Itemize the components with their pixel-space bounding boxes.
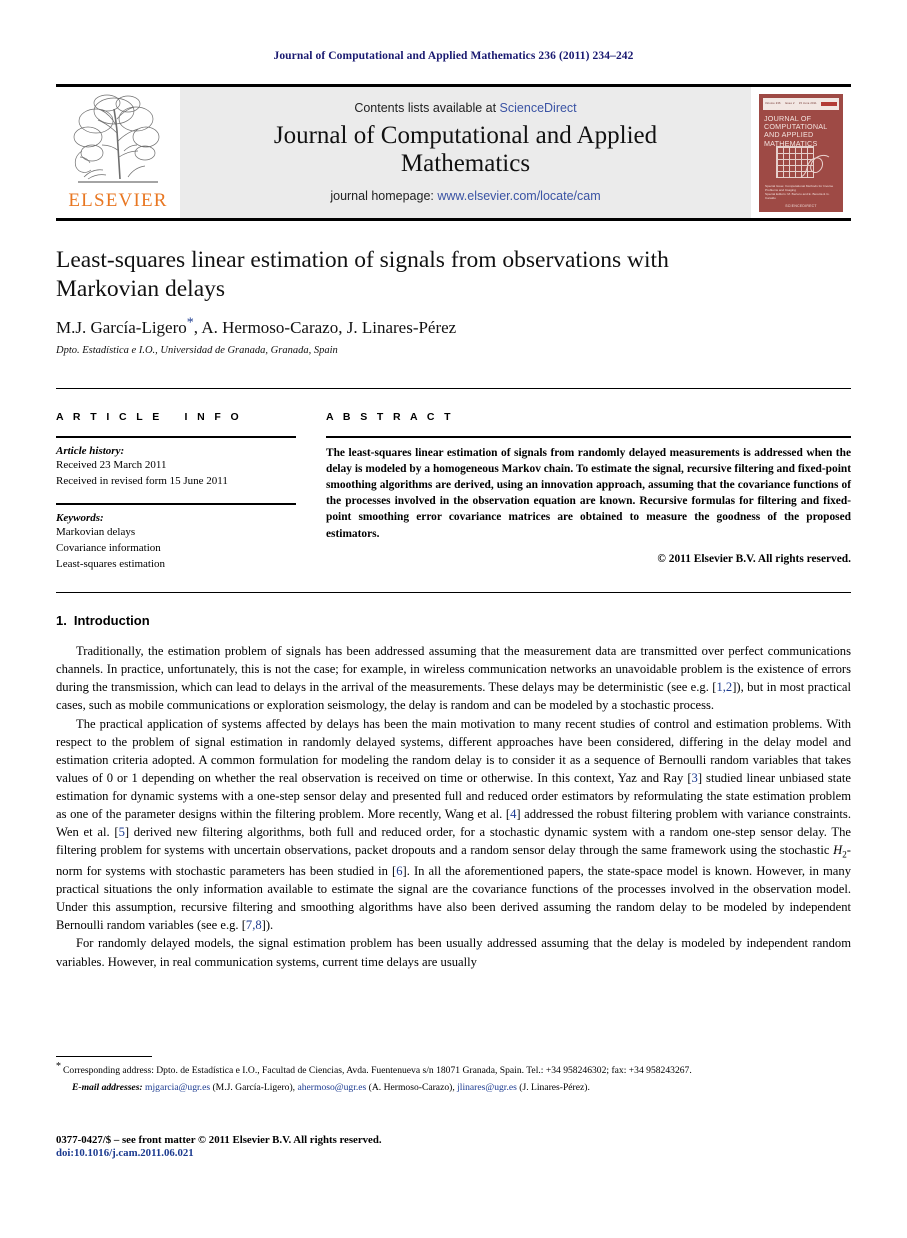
cover-caption-text: Special Issue: Computational Methods for… (765, 183, 834, 192)
citation-link[interactable]: 1,2 (716, 680, 732, 694)
keywords-rule (56, 503, 296, 506)
info-abstract-columns: A R T I C L E I N F O Article history: R… (56, 411, 851, 582)
article-history-title: Article history: (56, 444, 125, 457)
journal-banner: Contents lists available at ScienceDirec… (180, 87, 751, 218)
keyword-item: Least-squares estimation (56, 557, 166, 570)
abstract-label: A B S T R A C T (326, 411, 454, 423)
article-info-label-a: A R T I C L E (56, 411, 163, 423)
email-link[interactable]: ahermoso@ugr.es (297, 1082, 366, 1093)
abstract-copyright: © 2011 Elsevier B.V. All rights reserved… (657, 552, 851, 565)
journal-title: Journal of Computational and Applied Mat… (273, 121, 658, 178)
contents-prefix: Contents lists available at (354, 100, 500, 115)
corresponding-address: * Corresponding address: Dpto. de Estadís… (56, 1060, 851, 1078)
journal-masthead: ELSEVIER Contents lists available at Sci… (56, 84, 851, 221)
info-abstract-top-rule (56, 388, 851, 389)
corresponding-address-text: Corresponding address: Dpto. de Estadíst… (63, 1065, 692, 1076)
masthead-bottom-rule (56, 218, 851, 221)
cover-topbar-mid: Issue 2 (784, 102, 795, 105)
section-number: 1. (56, 613, 67, 628)
abstract-column: A B S T R A C T The least-squares linear… (326, 411, 851, 582)
paragraph-text: ]). (261, 918, 274, 933)
homepage-url-link[interactable]: www.elsevier.com/locate/cam (437, 189, 600, 203)
paragraph: Traditionally, the estimation problem of… (56, 642, 851, 715)
keyword-item: Markovian delays (56, 526, 136, 539)
paper-page: Journal of Computational and Applied Mat… (0, 0, 907, 1238)
homepage-prefix: journal homepage: (330, 188, 438, 203)
norm-symbol: H (833, 843, 843, 858)
elsevier-logo: ELSEVIER (56, 87, 180, 218)
email-owner: (A. Hermoso-Carazo) (368, 1081, 453, 1093)
article-info-column: A R T I C L E I N F O Article history: R… (56, 411, 296, 582)
author-list: M.J. García-Ligero*, A. Hermoso-Carazo, … (56, 315, 851, 338)
article-body: 1. Introduction Traditionally, the estima… (56, 613, 851, 971)
paragraph-text: ] derived new filtering algorithms, both… (56, 825, 851, 858)
elsevier-tree-icon (73, 94, 160, 183)
footnote-rule (56, 1056, 152, 1057)
author-first: M.J. García-Ligero (56, 318, 187, 338)
paragraph: For randomly delayed models, the signal … (56, 936, 851, 969)
cover-title: JOURNAL OF COMPUTATIONAL AND APPLIED MAT… (764, 113, 828, 148)
journal-homepage-line: journal homepage: www.elsevier.com/locat… (330, 189, 600, 203)
elsevier-wordmark: ELSEVIER (68, 190, 168, 211)
keywords-group: Keywords: Markovian delays Covariance in… (56, 512, 296, 573)
contents-available-line: Contents lists available at ScienceDirec… (354, 101, 576, 115)
journal-cover-thumbnail: Volume 236 Issue 2 15 June 2011 JOURNAL … (751, 87, 851, 218)
email-owner: (M.J. García-Ligero) (212, 1081, 293, 1093)
page-title: Least-squares linear estimation of signa… (56, 247, 669, 302)
email-owner: (J. Linares-Pérez) (519, 1081, 588, 1093)
bottom-matter: 0377-0427/$ – see front matter © 2011 El… (56, 1134, 851, 1159)
info-abstract-bottom-rule (56, 591, 851, 593)
cover-footer: SCIENCEDIRECT (785, 203, 817, 208)
abstract-text: The least-squares linear estimation of s… (326, 446, 851, 540)
cover-topbar-chip (820, 101, 837, 106)
email-addresses-label: E-mail addresses: (72, 1081, 143, 1093)
article-info-label: A R T I C L E I N F O (56, 411, 296, 423)
article-history-item: Received 23 March 2011 (56, 458, 167, 471)
masthead-body: ELSEVIER Contents lists available at Sci… (56, 87, 851, 218)
email-addresses: E-mail addresses: mjgarcia@ugr.es (M.J. … (72, 1081, 590, 1093)
email-link[interactable]: mjgarcia@ugr.es (145, 1082, 210, 1093)
cover-topbar: Volume 236 Issue 2 15 June 2011 (763, 97, 839, 110)
article-history-group: Article history: Received 23 March 2011 … (56, 445, 296, 490)
corresponding-author-marker: * (186, 315, 194, 331)
cover-curve-figure (800, 154, 830, 177)
running-head: Journal of Computational and Applied Mat… (273, 50, 634, 62)
keywords-title: Keywords: (56, 512, 104, 525)
front-matter-line: 0377-0427/$ – see front matter © 2011 El… (56, 1134, 382, 1146)
footnote-marker: * (56, 1060, 61, 1072)
paragraph: The practical application of systems aff… (56, 715, 851, 935)
article-history-item: Received in revised form 15 June 2011 (56, 474, 228, 487)
section-title: Introduction (73, 613, 150, 628)
footnote-block: * Corresponding address: Dpto. de Estadís… (56, 1056, 851, 1095)
article-head: Least-squares linear estimation of signa… (56, 246, 851, 356)
section-heading-introduction: 1. Introduction (56, 613, 851, 628)
cover-topbar-right: 15 June 2011 (798, 102, 817, 105)
cover-image: Volume 236 Issue 2 15 June 2011 JOURNAL … (759, 93, 843, 212)
affiliation: Dpto. Estadística e I.O., Universidad de… (56, 345, 338, 357)
article-info-label-b: I N F O (184, 411, 243, 423)
cover-topbar-left: Volume 236 (765, 102, 781, 105)
abstract-rule (326, 436, 851, 438)
email-link[interactable]: jlinares@ugr.es (457, 1082, 517, 1093)
citation-link[interactable]: 7,8 (246, 918, 262, 932)
article-info-rule (56, 436, 296, 438)
info-abstract-block: A R T I C L E I N F O Article history: R… (56, 388, 851, 593)
author-rest: , A. Hermoso-Carazo, J. Linares-Pérez (193, 318, 457, 338)
keyword-item: Covariance information (56, 542, 161, 554)
cover-editors-text: Special Editors: M. Bertero and E. Beret… (765, 191, 830, 201)
sciencedirect-link[interactable]: ScienceDirect (500, 101, 577, 115)
doi-link[interactable]: doi:10.1016/j.cam.2011.06.021 (56, 1147, 851, 1159)
cover-caption: Special Issue: Computational Methods for… (765, 184, 838, 201)
